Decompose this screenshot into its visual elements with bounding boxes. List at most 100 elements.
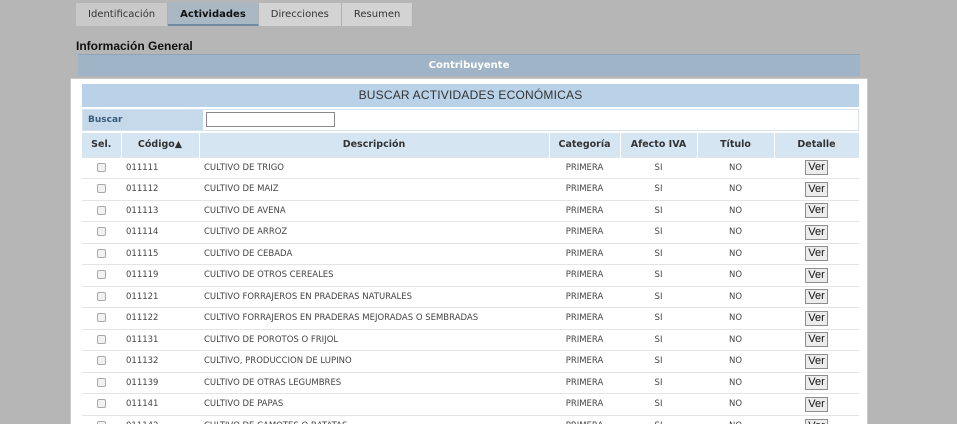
- titulo-cell: NO: [697, 393, 774, 415]
- detalle-cell: Ver: [774, 178, 859, 200]
- col-header-titulo[interactable]: Título: [697, 133, 775, 157]
- detalle-cell: Ver: [774, 307, 859, 329]
- ver-button[interactable]: Ver: [805, 181, 828, 197]
- row-select-checkbox[interactable]: [97, 162, 106, 172]
- actividades-panel: BUSCAR ACTIVIDADES ECONÓMICAS Buscar Sel…: [70, 78, 868, 424]
- tab-resumen[interactable]: Resumen: [341, 3, 414, 26]
- codigo-cell: 011114: [121, 221, 199, 243]
- descripcion-cell: CULTIVO DE PAPAS: [199, 393, 549, 415]
- col-header-afecto-iva[interactable]: Afecto IVA: [620, 133, 698, 157]
- ver-button[interactable]: Ver: [805, 353, 828, 369]
- afecto-iva-cell: SI: [620, 178, 697, 200]
- categoria-cell: PRIMERA: [549, 414, 620, 424]
- search-label: Buscar: [83, 110, 203, 130]
- row-select-cell: [82, 350, 121, 372]
- contribuyente-header[interactable]: Contribuyente: [78, 54, 860, 76]
- ver-button[interactable]: Ver: [805, 224, 828, 240]
- row-select-checkbox[interactable]: [97, 270, 106, 280]
- table-row: 011112 CULTIVO DE MAIZ PRIMERA SI NO Ver: [82, 178, 859, 200]
- row-select-cell: [82, 414, 121, 424]
- categoria-cell: PRIMERA: [549, 393, 620, 415]
- codigo-cell: 011119: [121, 264, 199, 286]
- afecto-iva-cell: SI: [620, 307, 697, 329]
- col-header-categoria[interactable]: Categoría: [549, 133, 621, 157]
- row-select-checkbox[interactable]: [97, 291, 106, 301]
- afecto-iva-cell: SI: [620, 221, 697, 243]
- table-row: 011132 CULTIVO, PRODUCCION DE LUPINO PRIME…: [82, 350, 859, 372]
- ver-button[interactable]: Ver: [805, 246, 828, 262]
- ver-button[interactable]: Ver: [805, 289, 828, 305]
- detalle-cell: Ver: [774, 393, 859, 415]
- row-select-checkbox[interactable]: [97, 248, 106, 258]
- codigo-cell: 011113: [121, 199, 199, 222]
- detalle-cell: Ver: [774, 414, 859, 424]
- ver-button[interactable]: Ver: [805, 310, 828, 326]
- codigo-cell: 011121: [121, 285, 199, 308]
- row-select-cell: [82, 371, 121, 394]
- detalle-cell: Ver: [774, 156, 859, 179]
- row-select-checkbox[interactable]: [97, 356, 106, 366]
- detalle-cell: Ver: [774, 199, 859, 222]
- row-select-cell: [82, 199, 121, 222]
- afecto-iva-cell: SI: [620, 264, 697, 286]
- ver-button[interactable]: Ver: [805, 267, 828, 283]
- row-select-checkbox[interactable]: [97, 334, 106, 344]
- search-input[interactable]: [206, 112, 335, 127]
- afecto-iva-cell: SI: [620, 393, 697, 415]
- ver-button[interactable]: Ver: [805, 396, 828, 412]
- row-select-checkbox[interactable]: [97, 205, 106, 215]
- ver-button[interactable]: Ver: [805, 160, 828, 176]
- ver-button[interactable]: Ver: [805, 418, 828, 424]
- categoria-cell: PRIMERA: [549, 328, 620, 351]
- tab-direcciones[interactable]: Direcciones: [258, 3, 342, 26]
- table-row: 011139 CULTIVO DE OTRAS LEGUMBRES PRIMERA S…: [82, 371, 859, 394]
- descripcion-cell: CULTIVO DE ARROZ: [199, 221, 549, 243]
- tab-bar: Identificación Actividades Direcciones R…: [76, 3, 414, 26]
- categoria-cell: PRIMERA: [549, 350, 620, 372]
- table-row: 011141 CULTIVO DE PAPAS PRIMERA SI NO Ver: [82, 393, 859, 415]
- table-row: 011142CULTIVO DE CAMOTES O BATATASPRIMER…: [82, 414, 859, 424]
- actividades-table: Sel. Código▲ Descripción Categoría Afect…: [82, 133, 860, 424]
- section-title: Información General: [76, 39, 193, 53]
- titulo-cell: NO: [697, 199, 774, 222]
- categoria-cell: PRIMERA: [549, 307, 620, 329]
- ver-button[interactable]: Ver: [805, 203, 828, 219]
- detalle-cell: Ver: [774, 264, 859, 286]
- titulo-cell: NO: [697, 285, 774, 308]
- codigo-cell: 011142: [121, 414, 199, 424]
- afecto-iva-cell: SI: [620, 199, 697, 222]
- row-select-cell: [82, 307, 121, 329]
- row-select-cell: [82, 178, 121, 200]
- categoria-cell: PRIMERA: [549, 242, 620, 265]
- row-select-checkbox[interactable]: [97, 399, 106, 409]
- afecto-iva-cell: SI: [620, 371, 697, 394]
- descripcion-cell: CULTIVO DE OTRAS LEGUMBRES: [199, 371, 549, 394]
- titulo-cell: NO: [697, 156, 774, 179]
- row-select-checkbox[interactable]: [97, 184, 106, 194]
- titulo-cell: NO: [697, 350, 774, 372]
- col-header-sel: Sel.: [82, 133, 122, 157]
- categoria-cell: PRIMERA: [549, 371, 620, 394]
- row-select-checkbox[interactable]: [97, 227, 106, 237]
- row-select-checkbox[interactable]: [97, 377, 106, 387]
- ver-button[interactable]: Ver: [805, 375, 828, 391]
- afecto-iva-cell: SI: [620, 328, 697, 351]
- detalle-cell: Ver: [774, 285, 859, 308]
- codigo-cell: 011141: [121, 393, 199, 415]
- descripcion-cell: CULTIVO FORRAJEROS EN PRADERAS MEJORADAS…: [199, 307, 549, 329]
- tab-actividades[interactable]: Actividades: [168, 3, 259, 26]
- col-header-codigo[interactable]: Código▲: [121, 133, 200, 157]
- panel-title: BUSCAR ACTIVIDADES ECONÓMICAS: [82, 84, 859, 107]
- titulo-cell: NO: [697, 242, 774, 265]
- table-header-row: Sel. Código▲ Descripción Categoría Afect…: [82, 133, 860, 157]
- titulo-cell: NO: [697, 307, 774, 329]
- titulo-cell: NO: [697, 414, 774, 424]
- detalle-cell: Ver: [774, 350, 859, 372]
- col-header-descripcion[interactable]: Descripción: [199, 133, 550, 157]
- ver-button[interactable]: Ver: [805, 332, 828, 348]
- descripcion-cell: CULTIVO DE CAMOTES O BATATAS: [199, 414, 549, 424]
- categoria-cell: PRIMERA: [549, 285, 620, 308]
- tab-identificacion[interactable]: Identificación: [76, 3, 169, 26]
- descripcion-cell: CULTIVO DE TRIGO: [199, 156, 549, 179]
- row-select-checkbox[interactable]: [97, 313, 106, 323]
